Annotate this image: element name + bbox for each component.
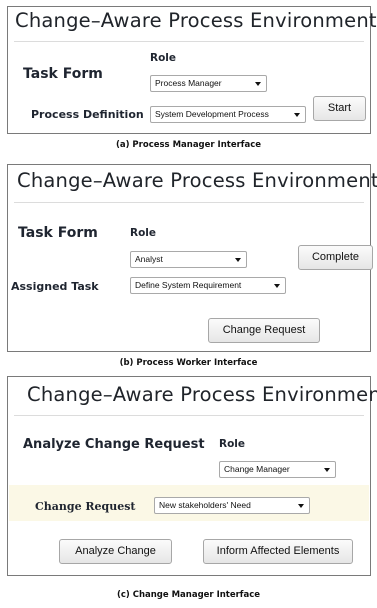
- change-request-button[interactable]: Change Request: [208, 318, 320, 343]
- change-request-label: Change Request: [35, 500, 136, 513]
- panel-title: Change–Aware Process Environment: [27, 383, 377, 406]
- task-form-label: Task Form: [23, 66, 103, 82]
- caption-process-worker: (b) Process Worker Interface: [119, 358, 258, 368]
- role-select[interactable]: Analyst: [130, 251, 247, 268]
- role-label: Role: [130, 227, 157, 239]
- chevron-down-icon: [298, 504, 304, 508]
- role-select-value: Analyst: [135, 254, 163, 264]
- chevron-down-icon: [274, 284, 280, 288]
- assigned-task-label: Assigned Task: [11, 280, 99, 293]
- process-worker-panel: Change–Aware Process Environment Task Fo…: [7, 164, 377, 352]
- process-definition-value: System Development Process: [155, 109, 269, 119]
- caption-change-manager: (c) Change Manager Interface: [116, 590, 261, 600]
- process-manager-panel: Change–Aware Process Environment Task Fo…: [7, 6, 377, 134]
- assigned-task-value: Define System Requirement: [135, 280, 242, 290]
- role-select-value: Change Manager: [224, 464, 290, 474]
- process-definition-select[interactable]: System Development Process: [150, 106, 306, 123]
- task-form-label: Task Form: [18, 225, 98, 241]
- role-label: Role: [150, 52, 177, 64]
- start-button[interactable]: Start: [313, 96, 366, 121]
- role-select-value: Process Manager: [155, 78, 222, 88]
- caption-process-manager: (a) Process Manager Interface: [115, 140, 262, 150]
- change-request-select[interactable]: New stakeholders' Need: [154, 497, 310, 514]
- role-label: Role: [219, 438, 246, 450]
- title-divider: [14, 41, 364, 42]
- change-request-value: New stakeholders' Need: [159, 500, 251, 510]
- change-manager-panel: Change–Aware Process Environment Analyze…: [7, 376, 377, 576]
- inform-affected-elements-button[interactable]: Inform Affected Elements: [203, 539, 353, 564]
- chevron-down-icon: [294, 113, 300, 117]
- chevron-down-icon: [235, 258, 241, 262]
- chevron-down-icon: [324, 468, 330, 472]
- panel-title: Change–Aware Process Environment: [15, 9, 377, 32]
- title-divider: [14, 415, 364, 416]
- chevron-down-icon: [255, 82, 261, 86]
- role-select[interactable]: Change Manager: [219, 461, 336, 478]
- assigned-task-select[interactable]: Define System Requirement: [130, 277, 286, 294]
- title-divider: [14, 202, 364, 203]
- process-definition-label: Process Definition: [31, 108, 144, 121]
- complete-button[interactable]: Complete: [298, 245, 373, 270]
- role-select[interactable]: Process Manager: [150, 75, 267, 92]
- panel-title: Change–Aware Process Environment: [17, 169, 377, 192]
- analyze-change-button[interactable]: Analyze Change: [59, 539, 172, 564]
- analyze-change-request-heading: Analyze Change Request: [23, 437, 205, 452]
